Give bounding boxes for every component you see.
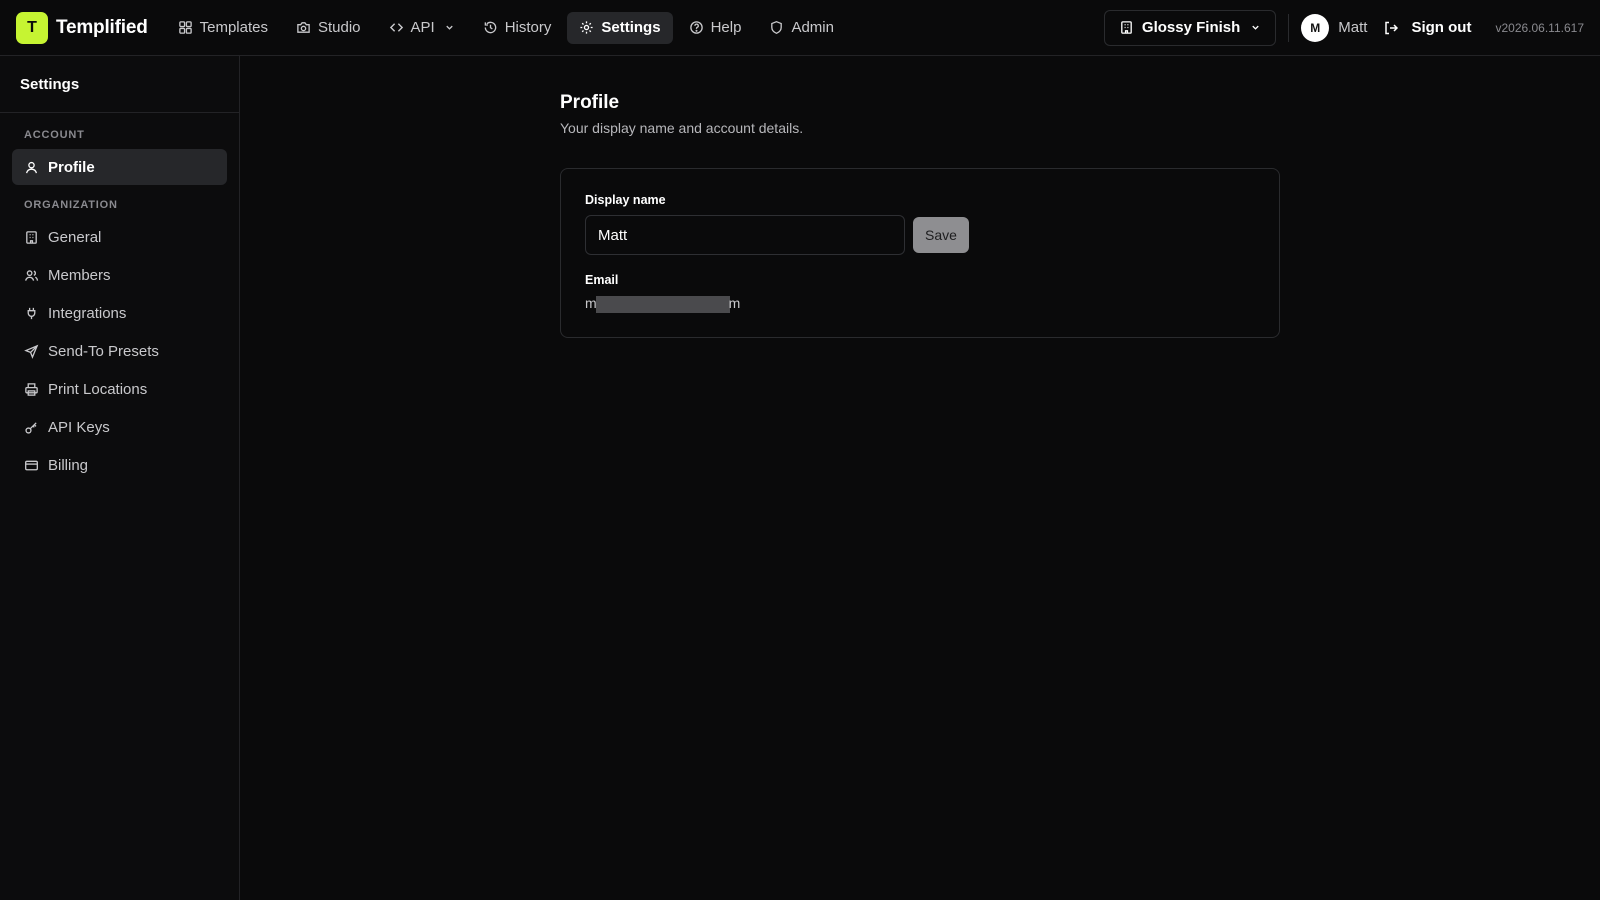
sidebar-item-label: API Keys	[48, 418, 110, 436]
avatar[interactable]: M	[1301, 13, 1330, 42]
nav-studio[interactable]: Studio	[284, 12, 373, 44]
nav-api-label: API	[410, 19, 435, 36]
nav-settings[interactable]: Settings	[567, 11, 673, 44]
main-content: Profile Your display name and account de…	[240, 56, 1600, 900]
key-icon	[25, 421, 37, 434]
nav-admin[interactable]: Admin	[757, 12, 846, 44]
settings-sidebar: Settings ACCOUNT Profile ORGANIZATION Ge…	[0, 56, 240, 900]
sidebar-item-label: Print Locations	[48, 380, 148, 398]
send-icon	[24, 344, 39, 359]
sidebar-section-organization: ORGANIZATION	[24, 199, 118, 211]
profile-card: Display name Save Email mm	[560, 168, 1280, 338]
nav-history-label: History	[504, 19, 552, 36]
nav-admin-label: Admin	[791, 19, 834, 36]
divider	[1288, 13, 1290, 42]
nav-help-label: Help	[710, 19, 742, 36]
nav-templates-label: Templates	[199, 19, 268, 36]
version-label: v2026.06.11.617	[1495, 20, 1584, 35]
user-icon	[25, 161, 38, 173]
topbar-right: Glossy Finish M Matt Sign out v2026.06.1…	[1103, 9, 1584, 46]
printer-icon	[25, 382, 38, 396]
camera-icon	[297, 22, 310, 33]
help-circle-icon	[689, 21, 703, 34]
display-name-label: Display name	[585, 193, 666, 207]
sidebar-item-members[interactable]: Members	[12, 257, 227, 293]
sidebar-item-label: General	[48, 228, 102, 246]
top-navigation-bar: T Templified Templates Studio API Histor…	[0, 0, 1600, 56]
page-title: Profile	[560, 92, 620, 113]
nav-settings-label: Settings	[601, 19, 661, 36]
sidebar-item-label: Profile	[48, 158, 95, 176]
sign-out-button[interactable]: Sign out	[1383, 19, 1471, 36]
users-icon	[25, 269, 39, 281]
save-button[interactable]: Save	[913, 217, 969, 253]
plug-icon	[27, 307, 36, 319]
sidebar-item-api-keys[interactable]: API Keys	[12, 409, 227, 445]
org-name: Glossy Finish	[1141, 19, 1241, 36]
chevron-down-icon	[1252, 25, 1259, 30]
shield-icon	[771, 20, 783, 35]
nav-history[interactable]: History	[471, 12, 564, 44]
sidebar-title: Settings	[0, 56, 239, 113]
display-name-row: Save	[585, 215, 1255, 255]
page-header: Profile Your display name and account de…	[560, 92, 803, 136]
sidebar-item-label: Billing	[48, 456, 89, 474]
email-value: mm	[585, 295, 740, 313]
code-icon	[389, 23, 403, 32]
gear-icon	[580, 21, 593, 34]
sign-out-label: Sign out	[1411, 19, 1472, 36]
building-icon	[26, 230, 37, 244]
redaction-block	[595, 295, 730, 313]
sidebar-item-integrations[interactable]: Integrations	[12, 295, 227, 331]
sidebar-item-send-to-presets[interactable]: Send-To Presets	[12, 333, 227, 369]
sidebar-section-account: ACCOUNT	[24, 129, 85, 141]
nav-help[interactable]: Help	[677, 12, 754, 44]
grid-icon	[178, 21, 192, 34]
email-end: m	[728, 295, 741, 311]
credit-card-icon	[25, 460, 38, 470]
email-label: Email	[585, 273, 619, 287]
sidebar-item-general[interactable]: General	[12, 219, 227, 255]
sidebar-item-label: Integrations	[48, 304, 127, 322]
history-icon	[484, 21, 496, 34]
user-name: Matt	[1338, 19, 1368, 36]
org-switcher[interactable]: Glossy Finish	[1103, 9, 1277, 46]
nav-studio-label: Studio	[317, 19, 361, 36]
display-name-input[interactable]	[585, 215, 905, 255]
sidebar-item-label: Send-To Presets	[48, 342, 159, 360]
nav-templates[interactable]: Templates	[166, 12, 280, 44]
chevron-down-icon	[446, 25, 453, 30]
sidebar-item-billing[interactable]: Billing	[12, 447, 227, 483]
main-nav: Templates Studio API History Settings He…	[166, 11, 846, 44]
brand[interactable]: T Templified	[16, 11, 148, 44]
brand-logo: T	[16, 11, 48, 44]
sidebar-item-profile[interactable]: Profile	[12, 149, 227, 185]
sidebar-item-label: Members	[48, 266, 111, 284]
sidebar-item-print-locations[interactable]: Print Locations	[12, 371, 227, 407]
log-out-icon	[1385, 21, 1399, 34]
building-icon	[1121, 21, 1132, 34]
nav-api[interactable]: API	[377, 12, 467, 44]
brand-name: Templified	[56, 16, 148, 38]
page-subtitle: Your display name and account details.	[560, 120, 804, 136]
